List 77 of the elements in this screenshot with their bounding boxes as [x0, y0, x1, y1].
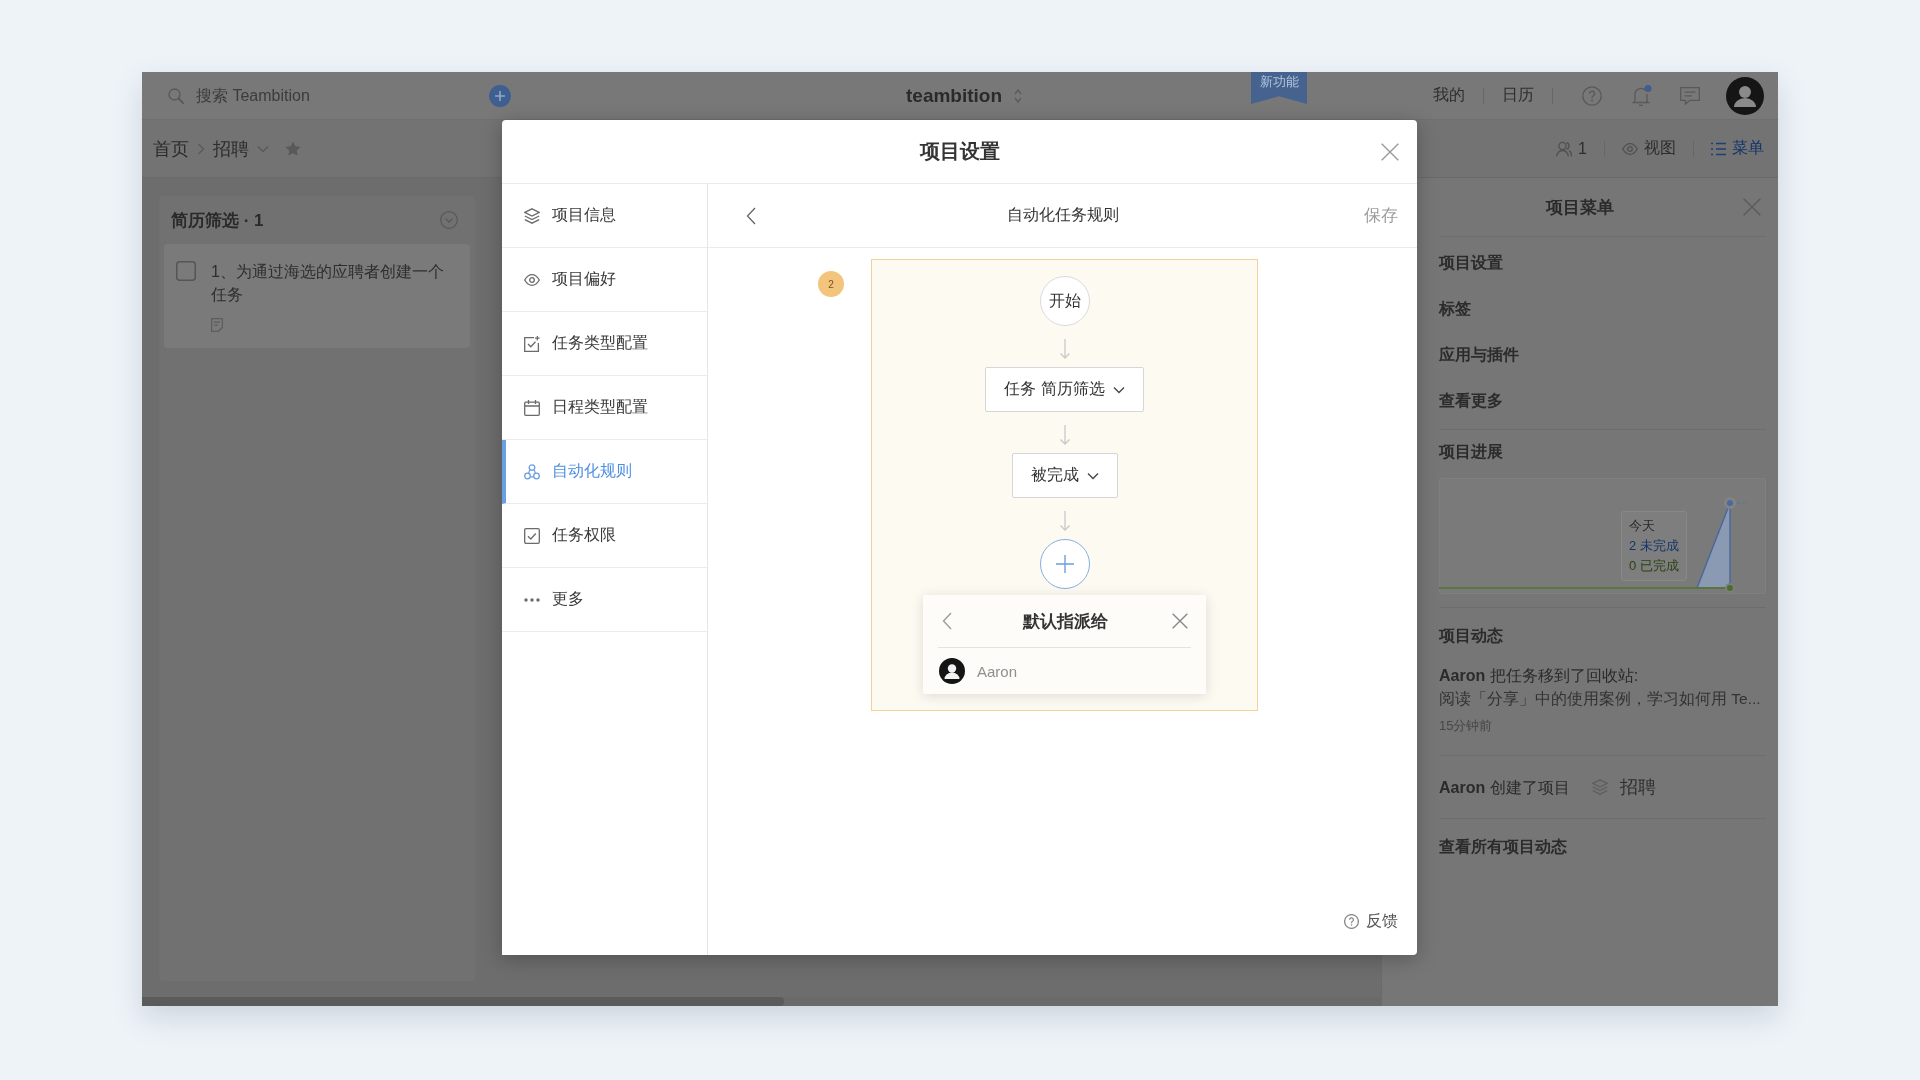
- activity-detail: 阅读「分享」中的使用案例，学习如何用 Te...: [1439, 689, 1762, 709]
- search-field[interactable]: 搜索 Teambition: [196, 82, 476, 109]
- start-node: 开始: [1039, 276, 1090, 326]
- rule-number-badge: 2: [818, 271, 844, 297]
- tooltip-open-count: 2 未完成: [1629, 537, 1680, 555]
- nav-link[interactable]: 日历: [1502, 85, 1534, 106]
- nav-link[interactable]: 我的: [1433, 85, 1465, 106]
- star-icon[interactable]: [285, 141, 301, 156]
- breadcrumb-link[interactable]: 招聘: [213, 136, 249, 161]
- step-dropdown[interactable]: 任务 简历筛选: [985, 367, 1144, 412]
- note-icon: [211, 318, 223, 332]
- flow-arrow: [1058, 511, 1071, 531]
- back-icon[interactable]: [942, 612, 952, 630]
- layers-icon: [1591, 779, 1608, 795]
- menu-item[interactable]: 应用与插件: [1439, 332, 1766, 378]
- panel-title: 项目菜单: [1546, 196, 1614, 219]
- step-dropdown[interactable]: 被完成: [1011, 453, 1118, 498]
- member-name[interactable]: Aaron: [977, 662, 1018, 680]
- section-title: 项目动态: [1439, 625, 1504, 646]
- task-title: 1、为通过海选的应聘者创建一个任务: [211, 262, 445, 305]
- activity-text: Aaron 把任务移到了回收站:: [1439, 666, 1640, 686]
- scrollbar-thumb[interactable]: [142, 997, 784, 1006]
- close-icon[interactable]: [1172, 613, 1188, 629]
- layers-icon: [524, 207, 540, 224]
- help-icon[interactable]: [1582, 85, 1602, 106]
- logo-text[interactable]: teambition: [906, 84, 1003, 107]
- eye-icon: [524, 273, 540, 286]
- close-icon[interactable]: [1381, 142, 1399, 161]
- search-icon: [168, 87, 184, 104]
- menu-item[interactable]: 查看更多: [1439, 378, 1766, 424]
- flow-arrow: [1058, 425, 1071, 445]
- close-icon[interactable]: [1743, 198, 1761, 216]
- back-icon[interactable]: [746, 206, 756, 225]
- up-down-chevron-icon[interactable]: [1014, 88, 1023, 103]
- plus-icon[interactable]: [489, 84, 511, 107]
- tooltip-date: 今天: [1629, 517, 1656, 535]
- eye-icon: [1622, 142, 1638, 155]
- tooltip-done-count: 0 已完成: [1629, 557, 1680, 575]
- feature-ribbon[interactable]: 新功能: [1251, 72, 1307, 104]
- bell-icon[interactable]: [1632, 85, 1652, 106]
- checked-box-icon: [524, 527, 540, 544]
- toolbar-button[interactable]: 1: [1556, 139, 1587, 158]
- task-checkbox[interactable]: [176, 261, 196, 281]
- list-icon: [1711, 141, 1726, 156]
- help-icon: [1344, 914, 1359, 929]
- panel-title: 自动化任务规则: [1006, 205, 1119, 225]
- dialog-title: 项目设置: [919, 139, 1000, 164]
- message-icon[interactable]: [1680, 86, 1700, 105]
- project-link[interactable]: 招聘: [1619, 775, 1656, 799]
- chevron-down-icon: [1112, 385, 1125, 394]
- sidebar-item[interactable]: 自动化规则: [502, 440, 707, 504]
- members-icon: [1556, 140, 1573, 157]
- ellipsis-icon: [524, 597, 540, 602]
- chevron-down-icon: [1086, 471, 1099, 480]
- menu-item[interactable]: 标签: [1439, 286, 1766, 332]
- circle-chevron-icon[interactable]: [440, 211, 458, 229]
- toolbar-button[interactable]: 视图: [1622, 138, 1676, 159]
- menu-item[interactable]: 项目设置: [1439, 240, 1766, 286]
- section-title: 项目进展: [1439, 441, 1504, 462]
- add-step-button[interactable]: [1039, 539, 1090, 589]
- avatar-icon: [939, 658, 965, 684]
- flow-arrow: [1058, 339, 1071, 359]
- avatar-icon[interactable]: [1726, 76, 1764, 115]
- checkbox-star-icon: [524, 335, 540, 352]
- breadcrumb-link[interactable]: 首页: [153, 136, 189, 161]
- toolbar-button[interactable]: 菜单: [1711, 138, 1764, 159]
- column-title: 简历筛选 · 1: [171, 209, 264, 232]
- popup-title: 默认指派给: [1022, 610, 1108, 633]
- chevron-down-icon[interactable]: [257, 144, 269, 153]
- calendar-icon: [524, 399, 540, 416]
- task-card[interactable]: 1、为通过海选的应聘者创建一个任务: [164, 244, 470, 348]
- activity-text: Aaron 创建了项目: [1439, 777, 1570, 798]
- open-tasks-point: [1724, 497, 1736, 509]
- plus-icon: [1055, 555, 1074, 573]
- feedback-link[interactable]: 反馈: [1344, 911, 1398, 932]
- all-activity-link[interactable]: 查看所有项目动态: [1439, 819, 1766, 875]
- cycle-icon: [524, 463, 540, 480]
